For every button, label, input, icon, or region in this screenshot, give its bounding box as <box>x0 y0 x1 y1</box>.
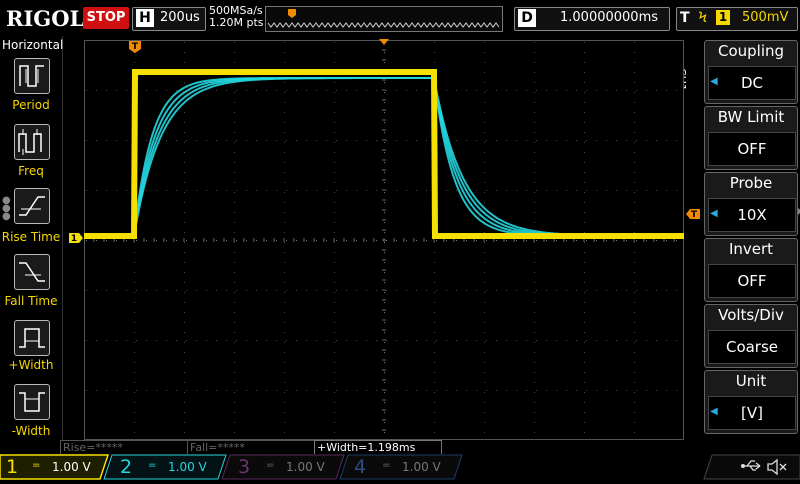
period-icon[interactable] <box>14 58 50 94</box>
volts-div-value: Coarse <box>708 330 796 364</box>
waveform-overview-bar[interactable] <box>265 6 503 32</box>
rise-time-icon[interactable] <box>14 188 50 224</box>
waveform-overview-graphic <box>267 9 500 28</box>
waveform-display[interactable] <box>83 39 684 440</box>
speaker-muted-icon[interactable] <box>766 458 788 476</box>
channel3-number: 3 <box>238 456 251 478</box>
delay-letter: D <box>518 9 536 27</box>
unit-select-arrow-icon: ◀ <box>710 406 718 417</box>
channel3-coupling-icon: = <box>266 460 275 471</box>
svg-text:T: T <box>691 210 698 220</box>
trigger-source-badge: 1 <box>716 10 730 25</box>
rise-time-readout: Rise=***** <box>60 440 188 455</box>
volts-div-title: Volts/Div <box>718 306 784 324</box>
rise-time-label[interactable]: Rise Time <box>0 230 62 244</box>
positive-width-icon[interactable] <box>14 320 50 356</box>
channel1-offset-marker[interactable]: 1 <box>68 232 84 244</box>
usb-icon <box>741 460 761 471</box>
menu-title: Horizontal <box>2 38 64 52</box>
svg-text:1: 1 <box>71 234 77 244</box>
svg-text:T: T <box>132 42 139 52</box>
bw-limit-value: OFF <box>708 132 796 166</box>
positive-width-label[interactable]: +Width <box>0 358 62 372</box>
trigger-position-marker[interactable]: T <box>128 40 142 54</box>
graticule <box>83 39 684 440</box>
negative-width-label[interactable]: -Width <box>0 424 62 438</box>
channel2-coupling-icon: = <box>148 460 157 471</box>
trigger-letter: T <box>680 10 690 26</box>
period-label[interactable]: Period <box>0 98 62 112</box>
trigger-level-value: 500mV <box>742 10 789 25</box>
probe-title: Probe <box>729 174 773 192</box>
brand-logo: RIGOL <box>6 6 85 31</box>
frequency-label[interactable]: Freq <box>0 164 62 178</box>
coupling-title: Coupling <box>717 42 785 60</box>
negative-width-icon[interactable] <box>14 384 50 420</box>
positive-width-readout: +Width=1.198ms <box>314 440 442 455</box>
run-stop-button[interactable]: STOP <box>83 7 129 29</box>
invert-title: Invert <box>728 240 774 258</box>
fall-time-readout: Fall=***** <box>187 440 315 455</box>
frequency-icon[interactable] <box>14 124 50 160</box>
timebase-value: 200us <box>160 10 200 25</box>
unit-title: Unit <box>735 372 767 390</box>
channel3-scale: 1.00 V <box>286 460 325 474</box>
channel2-scale: 1.00 V <box>168 460 207 474</box>
trigger-level-marker[interactable]: T <box>685 208 701 220</box>
rising-edge-icon: Ϟ <box>698 10 708 26</box>
channel1-number: 1 <box>6 456 19 478</box>
timebase-letter: H <box>136 9 154 27</box>
memory-depth: 1.20M pts <box>209 16 264 29</box>
bw-limit-title: BW Limit <box>717 108 785 126</box>
fall-time-label[interactable]: Fall Time <box>0 294 62 308</box>
channel1-scale: 1.00 V <box>52 460 91 474</box>
invert-value: OFF <box>708 264 796 298</box>
channel4-scale: 1.00 V <box>402 460 441 474</box>
channel1-coupling-icon: = <box>32 460 41 471</box>
channel4-number: 4 <box>354 456 367 478</box>
coupling-select-arrow-icon: ◀ <box>710 76 718 87</box>
channel4-coupling-icon: = <box>382 460 391 471</box>
menu-page-dots: ● ● ● <box>2 195 11 222</box>
unit-value: [V] <box>708 396 796 430</box>
fall-time-icon[interactable] <box>14 254 50 290</box>
delay-value: 1.00000000ms <box>560 10 659 25</box>
trigger-position-marker-mini <box>288 9 296 18</box>
probe-value: 10X <box>708 198 796 232</box>
coupling-value: DC <box>708 66 796 100</box>
channel2-number: 2 <box>120 456 133 478</box>
probe-select-arrow-icon: ◀ <box>710 208 718 219</box>
center-delay-marker <box>379 39 389 45</box>
